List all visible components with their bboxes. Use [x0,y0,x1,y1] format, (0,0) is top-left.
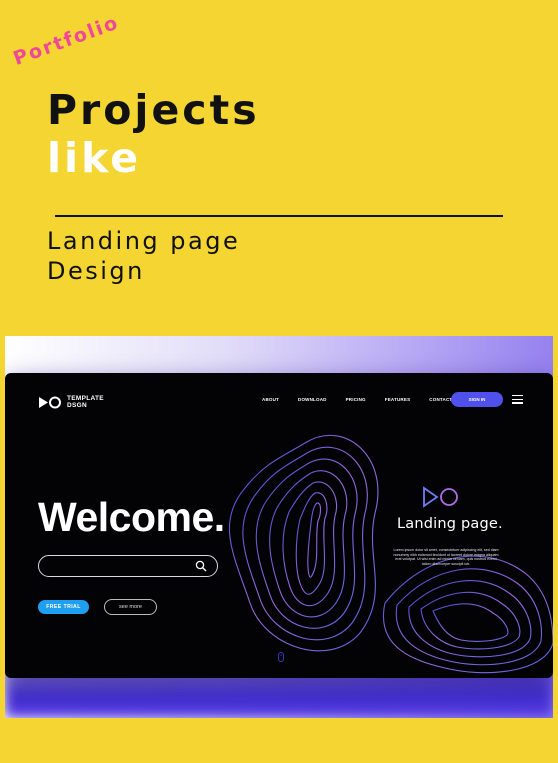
logo-icon [39,396,61,408]
sign-in-button[interactable]: SIGN IN [451,392,503,407]
hamburger-menu-icon[interactable] [512,395,523,404]
title-line-1: Projects [47,86,260,134]
lorem-paragraph: Lorem ipsum dolor sit amet, consectetuer… [393,548,499,566]
screenshot-frame: TEMPLATE DSGN ABOUT DOWNLOAD PRICING FEA… [5,336,553,718]
see-more-button[interactable]: see more [104,599,157,615]
landing-page-mockup: TEMPLATE DSGN ABOUT DOWNLOAD PRICING FEA… [5,373,553,678]
logo-text: TEMPLATE DSGN [67,395,104,409]
landing-page-title: Landing page. [397,516,503,532]
nav-download[interactable]: DOWNLOAD [298,397,327,402]
site-logo[interactable]: TEMPLATE DSGN [38,395,107,409]
portfolio-tag: Portfolio [10,11,123,71]
search-icon[interactable] [195,560,207,572]
title-line-2: like [47,134,142,182]
brand-mark-icon [423,486,458,508]
welcome-heading: Welcome. [38,494,225,540]
nav-pricing[interactable]: PRICING [346,397,366,402]
top-nav: ABOUT DOWNLOAD PRICING FEATURES CONTACT [262,397,471,402]
subtitle-line-1: Landing page [47,227,241,255]
nav-contact[interactable]: CONTACT [429,397,452,402]
search-input[interactable] [38,555,218,577]
free-trial-button[interactable]: FREE TRIAL [38,600,89,614]
scroll-mouse-icon[interactable] [278,652,284,662]
nav-about[interactable]: ABOUT [262,397,279,402]
nav-features[interactable]: FEATURES [385,397,411,402]
subtitle-line-2: Design [47,257,145,285]
divider [55,215,503,217]
